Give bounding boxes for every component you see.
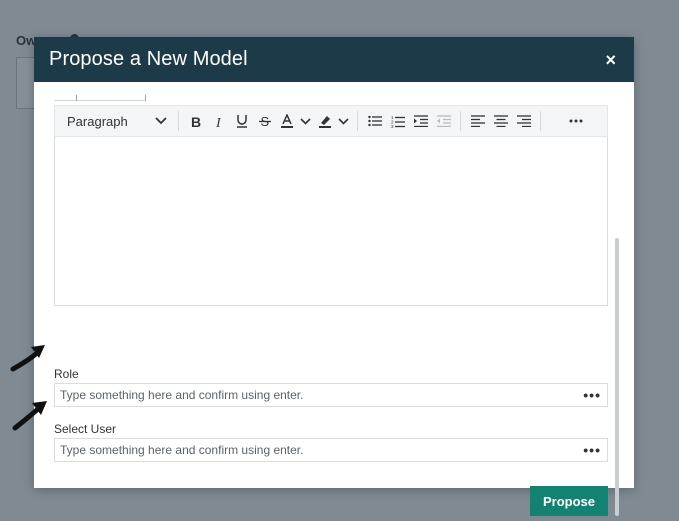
- align-left-button[interactable]: [466, 109, 489, 133]
- paragraph-format-select[interactable]: Paragraph: [61, 114, 173, 129]
- annotation-arrow-icon: [10, 345, 45, 372]
- bullet-list-icon: [367, 115, 382, 127]
- text-color-button[interactable]: [276, 109, 314, 133]
- strikethrough-button[interactable]: S: [253, 109, 276, 133]
- toolbar-divider: [357, 111, 358, 131]
- dialog-scrollbar[interactable]: [615, 238, 619, 516]
- outdent-icon: [436, 115, 451, 127]
- role-label: Role: [54, 367, 79, 381]
- numbered-list-button[interactable]: 123: [386, 109, 409, 133]
- italic-icon: I: [215, 116, 222, 128]
- chevron-down-icon: [337, 117, 349, 125]
- select-user-label: Select User: [54, 422, 117, 436]
- underline-button[interactable]: [230, 109, 253, 133]
- chevron-down-icon: [299, 117, 311, 125]
- chevron-down-icon: [155, 117, 167, 125]
- align-center-button[interactable]: [489, 109, 512, 133]
- align-left-icon: [470, 115, 485, 127]
- highlighter-icon: [318, 116, 331, 128]
- dialog-header: Propose a New Model ×: [34, 37, 634, 82]
- outdent-button[interactable]: [432, 109, 455, 133]
- italic-button[interactable]: I: [207, 109, 230, 133]
- select-user-input[interactable]: [60, 443, 560, 457]
- more-toolbar-button[interactable]: [564, 109, 587, 133]
- paragraph-format-value: Paragraph: [67, 113, 128, 129]
- toolbar-divider: [540, 111, 541, 131]
- select-user-more-button[interactable]: •••: [583, 443, 601, 457]
- bold-icon: B: [191, 115, 201, 128]
- underline-icon: [236, 115, 247, 128]
- dialog-title: Propose a New Model: [49, 48, 248, 70]
- propose-model-dialog: Propose a New Model × Paragraph B I S: [34, 37, 634, 516]
- numbered-list-icon: 123: [391, 115, 405, 128]
- highlight-color-button[interactable]: [314, 109, 352, 133]
- annotation-arrow-icon: [12, 401, 47, 431]
- align-right-icon: [516, 115, 531, 127]
- more-horizontal-icon: [569, 119, 582, 123]
- align-center-icon: [493, 115, 508, 127]
- editor-toolbar: Paragraph B I S: [54, 105, 608, 137]
- role-field: •••: [54, 383, 608, 407]
- role-input[interactable]: [60, 388, 560, 402]
- svg-text:I: I: [215, 116, 222, 128]
- toolbar-divider: [460, 111, 461, 131]
- select-user-field: •••: [54, 438, 608, 462]
- propose-button[interactable]: Propose: [530, 486, 608, 516]
- bullet-list-button[interactable]: [363, 109, 386, 133]
- svg-text:3: 3: [391, 124, 394, 128]
- strikethrough-icon: S: [258, 114, 271, 128]
- bold-button[interactable]: B: [184, 109, 207, 133]
- close-button[interactable]: ×: [605, 51, 616, 69]
- align-right-button[interactable]: [512, 109, 535, 133]
- indent-button[interactable]: [409, 109, 432, 133]
- toolbar-divider: [178, 111, 179, 131]
- role-more-button[interactable]: •••: [583, 388, 601, 402]
- rich-text-editor[interactable]: [54, 137, 608, 306]
- text-color-icon: [280, 114, 293, 128]
- scrolled-field-edge: [54, 95, 146, 101]
- svg-text:B: B: [191, 115, 201, 128]
- indent-icon: [413, 115, 428, 127]
